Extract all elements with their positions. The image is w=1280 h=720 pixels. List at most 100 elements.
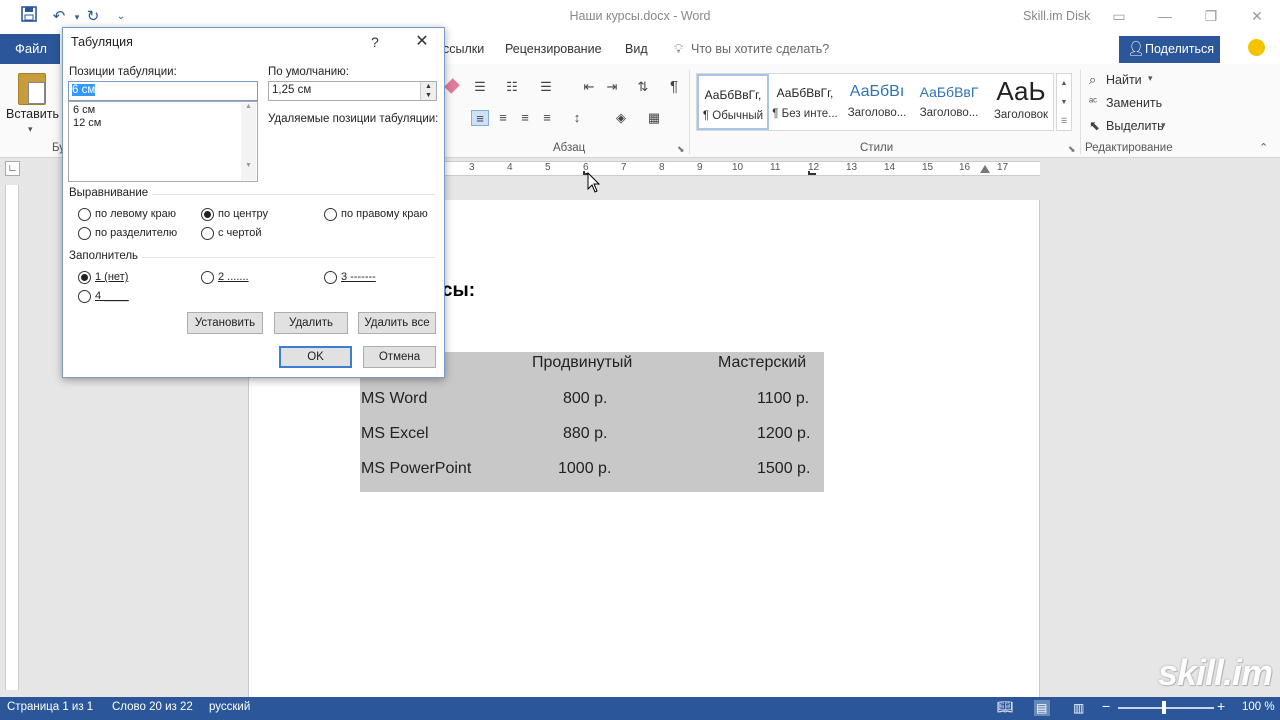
list-item[interactable]: 12 см	[73, 117, 101, 129]
tab-stop-marker[interactable]	[808, 171, 816, 175]
alignment-bar-radio[interactable]	[201, 227, 214, 240]
paste-button-label[interactable]: Вставить	[6, 107, 59, 121]
tab-positions-list[interactable]	[68, 101, 258, 182]
increase-indent-icon[interactable]: ⇥	[603, 79, 621, 95]
read-mode-icon[interactable]: 📖︎	[997, 699, 1014, 715]
paragraph-dialog-launcher-icon[interactable]: ⬊	[677, 144, 685, 155]
find-button[interactable]: Найти	[1106, 73, 1142, 87]
table-header-cell[interactable]: Мастерский	[718, 354, 806, 372]
styles-dialog-launcher-icon[interactable]: ⬊	[1068, 144, 1076, 155]
select-button[interactable]: Выделить	[1106, 119, 1164, 133]
leader-none-radio[interactable]	[78, 271, 91, 284]
zoom-slider[interactable]	[1118, 707, 1214, 709]
collapse-ribbon-icon[interactable]: ⌃	[1259, 141, 1268, 154]
ribbon-display-options-icon[interactable]: ▭	[1096, 0, 1142, 32]
paste-dropdown-icon[interactable]: ▾	[28, 124, 33, 135]
table-cell[interactable]: MS PowerPoint	[361, 460, 471, 478]
table-cell[interactable]: 800 р.	[563, 390, 607, 408]
alignment-right-label[interactable]: по правому краю	[341, 208, 428, 220]
alignment-left-label[interactable]: по левому краю	[95, 208, 176, 220]
leader-underline-label[interactable]: 4 ____	[95, 290, 129, 302]
tell-me-search[interactable]: Что вы хотите сделать?	[691, 42, 829, 56]
style-title[interactable]: АаЬ Заголовок	[985, 74, 1057, 130]
leader-none-label[interactable]: 1 (нет)	[95, 271, 128, 283]
tab-position-input[interactable]: 6 см	[68, 81, 258, 101]
align-left-icon[interactable]: ≡	[471, 110, 489, 126]
align-right-icon[interactable]: ≡	[516, 110, 534, 126]
maximize-icon[interactable]: ❐	[1188, 0, 1234, 32]
alignment-decimal-label[interactable]: по разделителю	[95, 227, 177, 239]
close-icon[interactable]: ✕	[412, 31, 432, 51]
clear-button[interactable]: Удалить	[274, 312, 348, 334]
tab-file[interactable]: Файл	[0, 34, 60, 64]
save-icon[interactable]	[18, 6, 40, 28]
web-layout-icon[interactable]: ▥	[1073, 701, 1084, 715]
table-cell[interactable]: 1000 р.	[558, 460, 611, 478]
default-tab-spinner[interactable]: ▲ ▼	[420, 82, 436, 100]
style-normal[interactable]: АаБбВвГг, ¶ Обычный	[697, 74, 769, 130]
table-cell[interactable]: 1200 р.	[757, 425, 810, 443]
sort-icon[interactable]: ⇅	[634, 79, 652, 95]
align-center-icon[interactable]: ≡	[494, 110, 512, 126]
style-no-spacing[interactable]: АаБбВвГг, ¶ Без инте...	[769, 74, 841, 130]
leader-dots-label[interactable]: 2 .......	[218, 271, 249, 283]
ok-button[interactable]: OK	[279, 346, 352, 368]
zoom-level[interactable]: 100 %	[1242, 701, 1275, 713]
find-dropdown-icon[interactable]: ▾	[1148, 73, 1153, 84]
tab-view[interactable]: Вид	[625, 42, 648, 56]
word-count[interactable]: Слово 20 из 22	[112, 701, 193, 713]
alignment-left-radio[interactable]	[78, 208, 91, 221]
list-scrollbar[interactable]: ▲ ▼	[241, 103, 256, 180]
language-indicator[interactable]: русский	[209, 701, 250, 713]
zoom-in-icon[interactable]: +	[1217, 698, 1225, 714]
help-icon[interactable]: ?	[371, 34, 379, 50]
minimize-icon[interactable]: —	[1142, 0, 1188, 32]
table-cell[interactable]: MS Excel	[361, 425, 429, 443]
line-spacing-icon[interactable]: ↕	[568, 110, 586, 126]
table-header-cell[interactable]: Продвинутый	[532, 354, 632, 372]
page-count[interactable]: Страница 1 из 1	[7, 701, 93, 713]
alignment-center-radio[interactable]	[201, 208, 214, 221]
select-dropdown-icon[interactable]: ▾	[1161, 120, 1166, 131]
cancel-button[interactable]: Отмена	[363, 346, 436, 368]
alignment-decimal-radio[interactable]	[78, 227, 91, 240]
customize-qat-icon[interactable]: ⌄	[110, 6, 132, 28]
table-cell[interactable]: MS Word	[361, 390, 427, 408]
skill-disk-label[interactable]: Skill.im Disk	[1023, 9, 1090, 23]
table-cell[interactable]: 880 р.	[563, 425, 607, 443]
table-cell[interactable]: 1500 р.	[757, 460, 810, 478]
decrease-indent-icon[interactable]: ⇤	[580, 79, 598, 95]
list-item[interactable]: 6 см	[73, 104, 95, 116]
default-tab-input[interactable]: 1,25 см	[268, 81, 437, 101]
leader-dots-radio[interactable]	[201, 271, 214, 284]
paste-icon[interactable]	[18, 73, 46, 105]
redo-icon[interactable]: ↻	[82, 6, 104, 28]
style-heading-1[interactable]: АаБбВı Заголово...	[841, 74, 913, 130]
justify-icon[interactable]: ≡	[538, 110, 556, 126]
alignment-right-radio[interactable]	[324, 208, 337, 221]
leader-dashes-label[interactable]: 3 -------	[341, 271, 376, 283]
right-indent-marker[interactable]	[980, 165, 990, 173]
table-cell[interactable]: 1100 р.	[757, 390, 809, 408]
tab-selector-icon[interactable]: ∟	[5, 161, 20, 176]
alignment-bar-label[interactable]: с чертой	[218, 227, 261, 239]
leader-dashes-radio[interactable]	[324, 271, 337, 284]
clear-all-button[interactable]: Удалить все	[358, 312, 436, 334]
bullets-icon[interactable]: ☰	[471, 79, 489, 95]
borders-icon[interactable]: ▦	[645, 110, 663, 126]
alignment-center-label[interactable]: по центру	[218, 208, 268, 220]
styles-gallery-scroll[interactable]: ▲ ▼ ☰	[1056, 73, 1072, 131]
zoom-slider-thumb[interactable]	[1162, 701, 1166, 714]
shading-icon[interactable]: ◈	[612, 110, 630, 126]
print-layout-icon[interactable]: ▤	[1036, 701, 1047, 715]
vertical-ruler[interactable]	[5, 185, 19, 690]
feedback-smiley-icon[interactable]	[1248, 39, 1265, 56]
set-button[interactable]: Установить	[187, 312, 263, 334]
close-window-icon[interactable]: ✕	[1234, 0, 1280, 32]
tab-review[interactable]: Рецензирование	[505, 42, 602, 56]
show-formatting-icon[interactable]: ¶	[665, 79, 683, 95]
replace-button[interactable]: Заменить	[1106, 96, 1162, 110]
multilevel-list-icon[interactable]: ☰	[537, 79, 555, 95]
tab-references[interactable]: ссылки	[443, 42, 484, 56]
numbering-icon[interactable]: ☷	[503, 79, 521, 95]
